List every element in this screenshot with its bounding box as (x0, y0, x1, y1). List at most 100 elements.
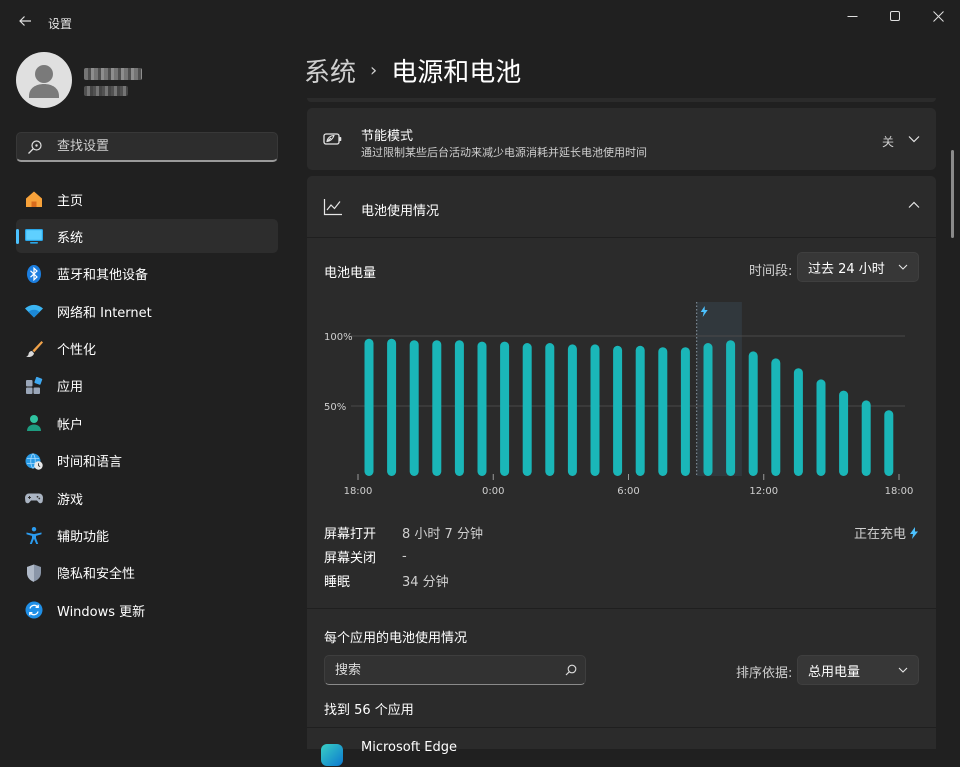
battery-leaf-icon (323, 130, 343, 148)
energy-saver-state: 关 (881, 135, 894, 149)
app-search-input[interactable] (333, 661, 553, 679)
shield-icon (24, 563, 44, 583)
battery-bar (545, 343, 555, 476)
maximize-button[interactable] (879, 4, 911, 28)
stat-label: 屏幕关闭 (324, 550, 377, 566)
sidebar-item-windows-update[interactable]: Windows 更新 (16, 593, 278, 627)
apps-icon (24, 376, 44, 396)
update-icon (24, 600, 44, 620)
sidebar-item-apps[interactable]: 应用 (16, 369, 278, 403)
battery-bar (884, 410, 894, 476)
time-range-value: 过去 24 小时 (808, 261, 885, 277)
battery-bar (387, 338, 397, 476)
chevron-down-icon (898, 667, 908, 673)
energy-saver-description: 通过限制某些后台活动来减少电源消耗并延长电池使用时间 (361, 146, 647, 159)
stat-row: 屏幕关闭 - (324, 544, 483, 568)
sidebar-item-home[interactable]: 主页 (16, 182, 278, 216)
x-tick-label: 0:00 (482, 486, 504, 497)
battery-usage-title: 电池使用情况 (361, 204, 440, 219)
charging-period-highlight (696, 302, 742, 476)
home-icon (24, 189, 44, 209)
x-tick-label: 18:00 (885, 486, 914, 497)
page-title: 电源和电池 (391, 58, 522, 88)
sidebar-item-label: 网络和 Internet (57, 305, 152, 321)
breadcrumb: 系统 › 电源和电池 (304, 52, 521, 89)
chevron-up-icon[interactable] (908, 201, 920, 209)
battery-bar (658, 347, 668, 476)
battery-usage-card: 电池使用情况 电池电量 时间段: 过去 24 小时 100% 50% 18:00 0… (307, 176, 936, 766)
x-tick-label: 6:00 (617, 486, 639, 497)
accessibility-icon (24, 526, 44, 546)
system-display-icon (24, 226, 44, 246)
sidebar-item-privacy[interactable]: 隐私和安全性 (16, 556, 278, 590)
stat-value: 8 小时 7 分钟 (402, 526, 483, 542)
sidebar-item-label: 个性化 (57, 343, 97, 359)
battery-bar (703, 343, 713, 476)
app-title: 设置 (48, 17, 73, 31)
main-scrollbar[interactable] (951, 150, 954, 238)
breadcrumb-parent[interactable]: 系统 (304, 52, 356, 89)
battery-bar (861, 400, 871, 476)
arrow-left-icon (18, 14, 32, 28)
battery-bar (726, 340, 736, 476)
chevron-down-icon[interactable] (908, 135, 920, 143)
close-icon (932, 10, 944, 22)
sidebar-item-label: 应用 (57, 380, 84, 396)
sidebar-item-time-language[interactable]: 时间和语言 (16, 444, 278, 478)
per-app-usage-title: 每个应用的电池使用情况 (324, 631, 468, 646)
gamepad-icon (24, 488, 44, 508)
sidebar-item-personalization[interactable]: 个性化 (16, 332, 278, 366)
breadcrumb-separator: › (370, 60, 378, 81)
usage-stats: 屏幕打开 8 小时 7 分钟 屏幕关闭 - 睡眠 34 分钟 (324, 520, 483, 592)
charging-status: 正在充电 (854, 523, 918, 542)
back-button[interactable] (14, 10, 36, 32)
user-name-blurred (84, 68, 142, 80)
sidebar-item-accounts[interactable]: 帐户 (16, 406, 278, 440)
sort-value: 总用电量 (808, 664, 861, 680)
energy-saver-card[interactable]: 节能模式 通过限制某些后台活动来减少电源消耗并延长电池使用时间 关 (307, 108, 936, 170)
settings-search-input[interactable] (55, 138, 255, 155)
search-icon (565, 664, 577, 676)
battery-bar (477, 341, 487, 476)
lightning-icon (910, 526, 918, 539)
sidebar-item-network[interactable]: 网络和 Internet (16, 294, 278, 328)
sidebar-item-gaming[interactable]: 游戏 (16, 481, 278, 515)
app-list-item[interactable]: Microsoft Edge (307, 727, 936, 767)
previous-card-edge (307, 98, 936, 102)
stat-value: - (402, 548, 407, 564)
settings-search[interactable] (16, 132, 278, 162)
x-tick-label: 12:00 (749, 486, 778, 497)
stat-label: 屏幕打开 (324, 526, 377, 542)
battery-level-chart: 100% 50% 18:00 0:00 6:00 12:00 18:00 (324, 302, 914, 497)
battery-bar (816, 379, 826, 476)
sidebar-item-accessibility[interactable]: 辅助功能 (16, 519, 278, 553)
sidebar-item-label: 帐户 (57, 417, 84, 433)
app-search-box[interactable] (324, 655, 586, 685)
sidebar-item-label: 隐私和安全性 (57, 567, 136, 583)
battery-bar (635, 345, 645, 476)
battery-bar (567, 344, 577, 476)
sidebar-item-system[interactable]: 系统 (16, 219, 278, 254)
sidebar-item-label: 系统 (57, 230, 84, 246)
avatar[interactable] (16, 52, 72, 108)
battery-bar (590, 344, 600, 476)
sidebar-item-bluetooth[interactable]: 蓝牙和其他设备 (16, 257, 278, 291)
battery-bar (522, 343, 532, 476)
battery-bar (454, 340, 464, 476)
battery-bar (771, 358, 781, 476)
sort-dropdown[interactable]: 总用电量 (797, 655, 919, 685)
sidebar-item-label: 时间和语言 (57, 455, 123, 471)
time-range-label: 时间段: (749, 264, 793, 279)
battery-bar (432, 340, 442, 476)
battery-usage-header[interactable]: 电池使用情况 (307, 176, 936, 238)
globe-clock-icon (24, 451, 44, 471)
close-button[interactable] (922, 4, 954, 28)
x-tick-label: 18:00 (344, 486, 373, 497)
minimize-button[interactable] (836, 4, 868, 28)
stat-value: 34 分钟 (402, 574, 449, 590)
sidebar-item-label: 主页 (57, 193, 84, 209)
battery-bar (748, 351, 758, 476)
account-icon (24, 413, 44, 433)
time-range-dropdown[interactable]: 过去 24 小时 (797, 252, 919, 282)
energy-saver-title: 节能模式 (361, 129, 414, 144)
